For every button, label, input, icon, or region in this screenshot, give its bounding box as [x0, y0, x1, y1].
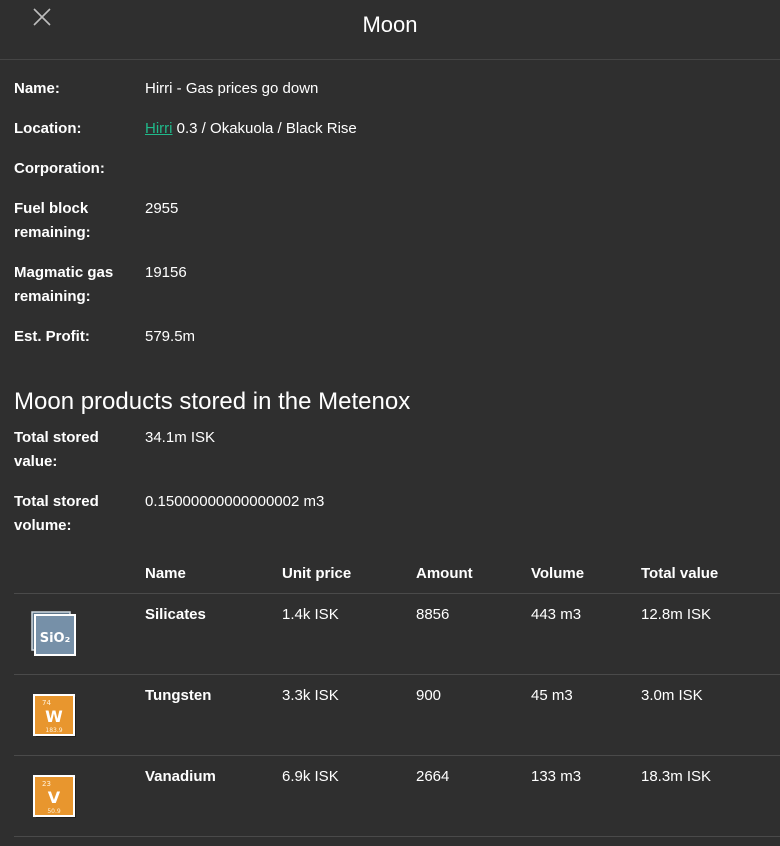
profit-value: 579.5m: [145, 328, 196, 345]
gas-label: Magmatic gas remaining:: [14, 264, 114, 305]
table-row: SiO₂ Silicates 1.4k ISK 8856 443 m3 12.8…: [14, 594, 780, 675]
svg-text:74: 74: [42, 699, 51, 707]
profit-label: Est. Profit:: [14, 328, 90, 345]
product-name: Vanadium: [145, 768, 216, 785]
tungsten-icon: 74 W 183.9: [30, 691, 78, 739]
svg-text:50.9: 50.9: [47, 808, 61, 815]
amount: 900: [416, 687, 442, 704]
table-row: 74 W 183.9 Tungsten 3.3k ISK 900 45 m3 3…: [14, 675, 780, 756]
modal-header: Moon: [0, 0, 780, 60]
volume: 45 m3: [531, 687, 573, 704]
column-header-name: Name: [145, 565, 186, 582]
corporation-label: Corporation:: [14, 160, 105, 177]
product-name: Tungsten: [145, 687, 212, 704]
product-name: Silicates: [145, 606, 206, 623]
total-value: 12.8m ISK: [641, 606, 712, 623]
column-header-unit-price: Unit price: [282, 565, 352, 582]
silicates-icon: SiO₂: [30, 610, 78, 658]
volume: 133 m3: [531, 768, 582, 785]
total-volume-value: 0.15000000000000002 m3: [145, 493, 325, 510]
storage-heading: Moon products stored in the Metenox: [14, 388, 411, 415]
name-value: Hirri - Gas prices go down: [145, 80, 319, 97]
system-link[interactable]: Hirri: [145, 120, 173, 137]
column-header-amount: Amount: [416, 565, 473, 582]
amount: 8856: [416, 606, 450, 623]
name-label: Name:: [14, 80, 60, 97]
table-header: Name Unit price Amount Volume Total valu…: [14, 553, 780, 594]
amount: 2664: [416, 768, 450, 785]
modal-title: Moon: [362, 12, 418, 37]
svg-text:W: W: [45, 707, 63, 726]
column-header-volume: Volume: [531, 565, 585, 582]
svg-text:V: V: [48, 788, 61, 807]
gas-value: 19156: [145, 264, 187, 281]
fuel-value: 2955: [145, 200, 179, 217]
location-value: Hirri 0.3 / Okakuola / Black Rise: [145, 117, 745, 141]
volume: 443 m3: [531, 606, 582, 623]
total-value: 18.3m ISK: [641, 768, 712, 785]
products-table: Name Unit price Amount Volume Total valu…: [14, 553, 780, 837]
location-label: Location:: [14, 120, 82, 137]
total-volume-label: Total stored volume:: [14, 493, 99, 534]
total-value-label: Total stored value:: [14, 429, 99, 470]
svg-text:23: 23: [42, 780, 51, 788]
column-header-total-value: Total value: [641, 565, 719, 582]
unit-price: 6.9k ISK: [282, 768, 339, 785]
svg-text:SiO₂: SiO₂: [40, 631, 71, 646]
total-value: 3.0m ISK: [641, 687, 703, 704]
location-rest: 0.3 / Okakuola / Black Rise: [172, 120, 357, 137]
svg-text:183.9: 183.9: [45, 727, 62, 734]
total-value-value: 34.1m ISK: [145, 429, 216, 446]
unit-price: 3.3k ISK: [282, 687, 339, 704]
vanadium-icon: 23 V 50.9: [30, 772, 78, 820]
unit-price: 1.4k ISK: [282, 606, 339, 623]
fuel-label: Fuel block remaining:: [14, 200, 91, 241]
table-row: 23 V 50.9 Vanadium 6.9k ISK 2664 133 m3 …: [14, 756, 780, 837]
